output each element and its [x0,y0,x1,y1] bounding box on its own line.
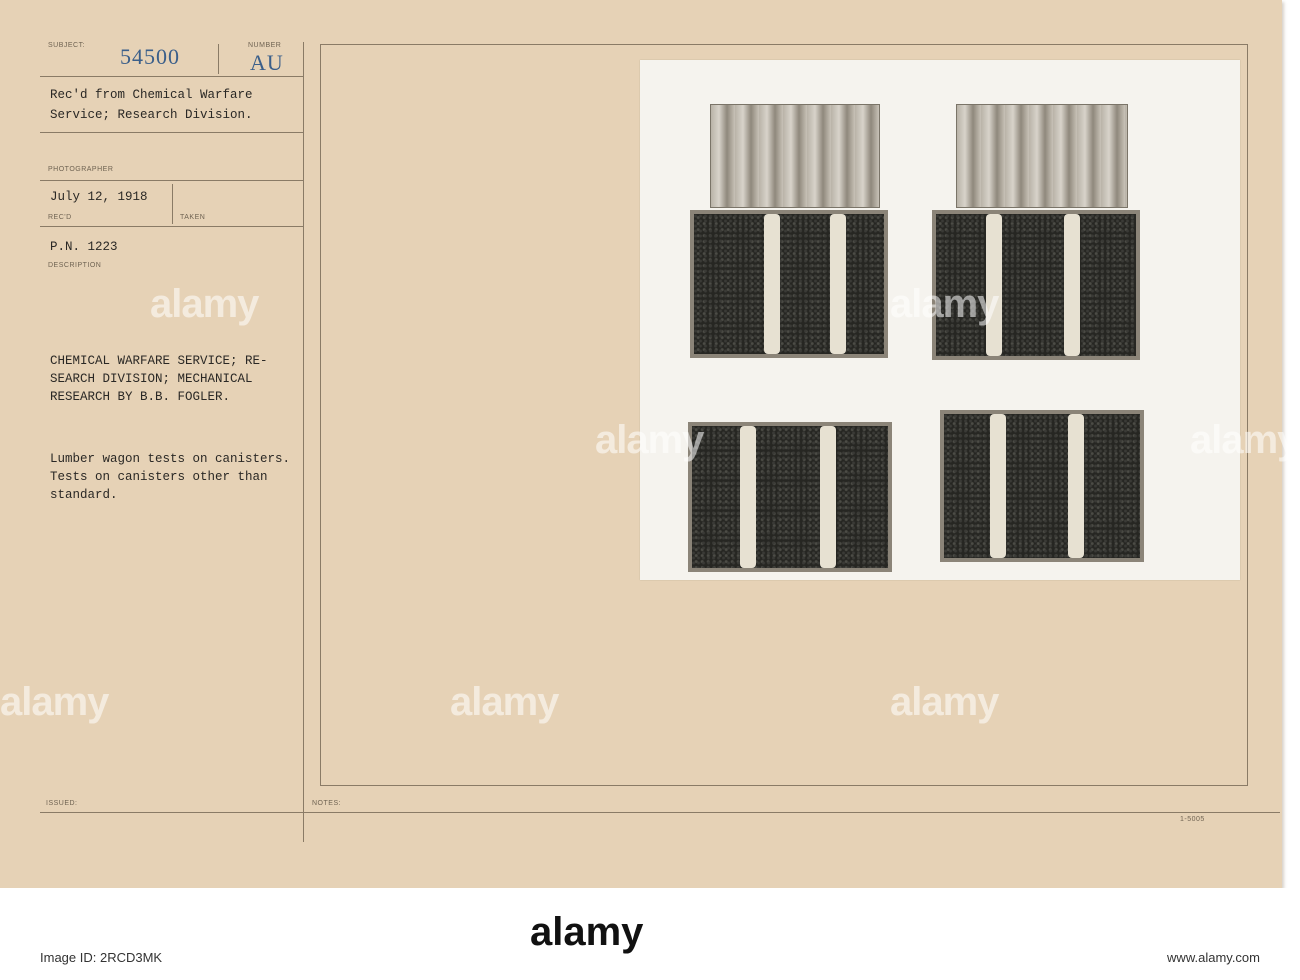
rule-under-source [40,132,303,133]
divider-recd-taken [172,184,173,224]
brand-logo: alamy [530,910,644,954]
number-label: NUMBER [248,42,282,49]
watermark: alamy [890,680,999,724]
source-line-2: Service; Research Division. [50,108,253,122]
caption-line-1: Lumber wagon tests on canisters. [50,452,291,466]
caption-line-3: standard. [50,488,118,502]
watermark: alamy [150,282,259,326]
watermark: alamy [890,282,999,326]
canister-body [690,210,888,358]
filter-layer [1064,214,1080,356]
rule-under-subject [40,76,303,77]
recd-label: REC'D [48,214,72,221]
canister-lid [956,104,1128,208]
watermark: alamy [595,418,704,462]
date-received: July 12, 1918 [50,190,148,204]
canister-lid [710,104,880,208]
image-id: Image ID: 2RCD3MK [40,950,163,965]
rule-under-date [40,226,303,227]
notes-label: NOTES: [312,800,342,807]
watermark: alamy [1190,418,1299,462]
filter-layer [990,414,1006,558]
site-url: www.alamy.com [1167,950,1260,965]
description-line-1: CHEMICAL WARFARE SERVICE; RE- [50,354,268,368]
issued-label: ISSUED: [46,800,78,807]
series-code: AU [250,50,284,75]
stock-banner [0,888,1300,980]
source-line-1: Rec'd from Chemical Warfare [50,88,253,102]
subject-label: SUBJECT: [48,42,86,49]
canister-body [688,422,892,572]
filter-layer [820,426,836,568]
filter-layer [1068,414,1084,558]
filter-layer [764,214,780,354]
description-label: DESCRIPTION [48,262,102,269]
description-line-3: RESEARCH BY B.B. FOGLER. [50,390,231,404]
watermark: alamy [450,680,559,724]
description-line-2: SEARCH DIVISION; MECHANICAL [50,372,253,386]
canister-body [940,410,1144,562]
archive-card: SUBJECT: NUMBER PHOTOGRAPHER REC'D TAKEN… [0,0,1299,888]
filter-layer [740,426,756,568]
caption-line-2: Tests on canisters other than [50,470,268,484]
divider-subject-number [218,44,219,74]
divider-left-column [303,42,304,842]
form-code: 1-5005 [1180,816,1205,823]
rule-bottom-issued [40,812,1280,813]
photographer-label: PHOTOGRAPHER [48,166,114,173]
taken-label: TAKEN [180,214,206,221]
pn-number: P.N. 1223 [50,240,118,254]
filter-layer [830,214,846,354]
watermark: alamy [0,680,109,724]
subject-number: 54500 [120,44,180,69]
rule-under-photographer [40,180,303,181]
